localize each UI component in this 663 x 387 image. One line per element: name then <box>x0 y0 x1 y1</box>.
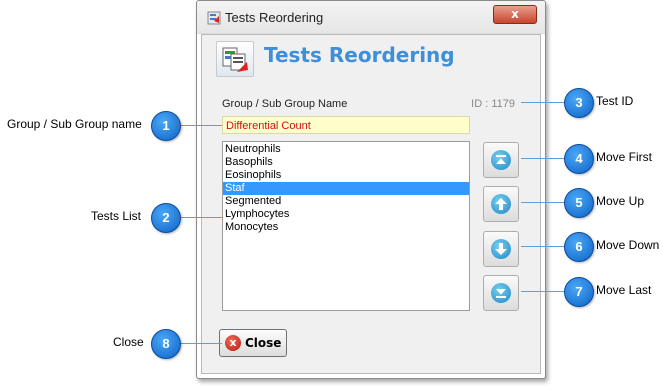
test-id-label: ID : 1179 <box>471 98 515 110</box>
callout-label-2: Tests List <box>91 209 142 223</box>
group-field-label: Group / Sub Group Name <box>222 98 348 110</box>
reorder-icon <box>216 41 254 77</box>
list-item[interactable]: Monocytes <box>223 221 469 234</box>
callout-line-6 <box>521 246 565 247</box>
group-name-field[interactable]: Differential Count <box>222 116 470 134</box>
callout-line-7 <box>521 291 565 292</box>
app-icon <box>207 11 221 25</box>
callout-label-3: Test ID <box>596 94 634 108</box>
callout-badge-2: 2 <box>151 203 181 233</box>
move-last-icon <box>496 289 506 298</box>
callout-line-1 <box>178 125 222 126</box>
callout-line-4 <box>521 158 565 159</box>
callout-line-2 <box>178 217 222 218</box>
window-close-button[interactable]: x <box>493 5 537 24</box>
callout-label-7: Move Last <box>596 283 652 297</box>
callout-badge-7: 7 <box>564 277 594 307</box>
arrow-down-icon <box>495 243 507 255</box>
arrow-up-icon <box>495 198 507 210</box>
list-item[interactable]: Segmented <box>223 195 469 208</box>
callout-line-8 <box>178 343 222 344</box>
close-button-label: Close <box>245 336 282 350</box>
list-item[interactable]: Lymphocytes <box>223 208 469 221</box>
tests-list[interactable]: Neutrophils Basophils Eosinophils Staf Segme… <box>222 141 470 311</box>
callout-label-4: Move First <box>596 150 653 164</box>
callout-label-8: Close <box>113 335 144 349</box>
callout-line-5 <box>521 202 565 203</box>
callout-badge-8: 8 <box>151 329 181 359</box>
callout-label-1: Group / Sub Group name <box>7 117 142 131</box>
window-title: Tests Reordering <box>225 10 324 25</box>
move-last-button[interactable] <box>483 275 519 311</box>
list-item[interactable]: Neutrophils <box>223 143 469 156</box>
callout-badge-4: 4 <box>564 144 594 174</box>
callout-badge-5: 5 <box>564 188 594 218</box>
tests-reordering-window: Tests Reordering x Tests Reordering Grou… <box>196 0 546 379</box>
callout-label-5: Move Up <box>596 194 645 208</box>
callout-line-3 <box>521 102 565 103</box>
close-icon: x <box>225 335 241 351</box>
move-first-icon <box>496 155 506 164</box>
callout-label-6: Move Down <box>596 238 660 252</box>
list-item[interactable]: Basophils <box>223 156 469 169</box>
move-up-button[interactable] <box>483 186 519 222</box>
move-first-button[interactable] <box>483 142 519 178</box>
list-item[interactable]: Staf <box>223 182 469 195</box>
callout-badge-3: 3 <box>564 88 594 118</box>
title-bar: Tests Reordering x <box>197 1 545 34</box>
list-item[interactable]: Eosinophils <box>223 169 469 182</box>
callout-badge-1: 1 <box>151 111 181 141</box>
close-button[interactable]: x Close <box>219 329 287 357</box>
dialog-body: Tests Reordering Group / Sub Group Name … <box>201 34 541 374</box>
page-title: Tests Reordering <box>264 43 455 67</box>
move-down-button[interactable] <box>483 231 519 267</box>
callout-badge-6: 6 <box>564 232 594 262</box>
